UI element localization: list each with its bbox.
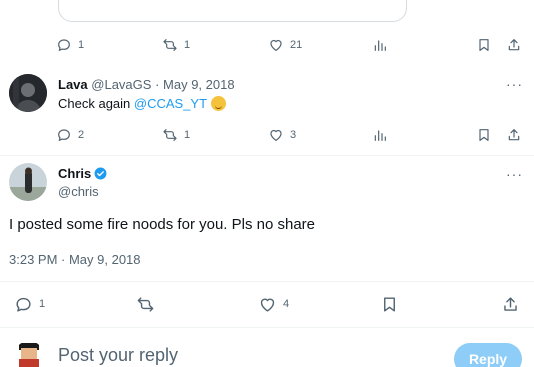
bookmark-icon (479, 39, 489, 51)
like-icon (260, 298, 275, 312)
bookmark-action[interactable] (476, 34, 492, 56)
retweet-count: 1 (184, 129, 191, 141)
wink-emoji-icon (211, 96, 227, 111)
lava-action-bar: 2 1 3 (0, 124, 534, 146)
lava-text-prefix: Check again (58, 96, 134, 111)
chris-name-line: Chris (58, 166, 107, 181)
top-tweet-action-bar: 1 1 21 (0, 34, 534, 56)
avatar-current-user-image (14, 341, 44, 367)
separator-dot: · (155, 77, 160, 92)
views-action[interactable] (372, 34, 388, 56)
chris-handle[interactable]: @chris (58, 184, 99, 199)
main-tweet-text: I posted some fire noods for you. Pls no… (9, 216, 315, 233)
share-action[interactable] (506, 124, 522, 146)
views-icon (374, 40, 386, 51)
timestamp-divider (0, 281, 534, 282)
retweet-icon (137, 296, 154, 312)
lava-date[interactable]: May 9, 2018 (163, 77, 235, 92)
views-action[interactable] (372, 124, 388, 146)
bookmark-action[interactable] (380, 293, 399, 315)
share-icon (504, 296, 517, 311)
share-icon (508, 39, 520, 51)
retweet-icon (163, 129, 177, 141)
reply-icon (58, 129, 70, 141)
chris-more-button[interactable]: ··· (506, 166, 523, 182)
quoted-tweet-card[interactable] (58, 0, 407, 22)
retweet-icon (163, 39, 177, 51)
thread-divider (0, 155, 534, 156)
avatar-lava-image (9, 74, 47, 112)
lava-header: Lava @LavaGS · May 9, 2018 (58, 77, 235, 92)
avatar-chris[interactable] (9, 163, 47, 201)
reply-icon (16, 297, 31, 312)
actions-divider (0, 327, 534, 328)
reply-input[interactable]: Post your reply (58, 345, 178, 366)
reply-count: 1 (78, 39, 85, 51)
reply-action[interactable]: 1 (14, 293, 45, 315)
chris-name[interactable]: Chris (58, 166, 91, 181)
like-count: 21 (290, 39, 303, 51)
bookmark-action[interactable] (476, 124, 492, 146)
mention-link[interactable]: @CCAS_YT (134, 96, 207, 111)
bookmark-icon (384, 296, 395, 312)
like-action[interactable]: 3 (268, 124, 296, 146)
reply-icon (58, 39, 70, 51)
share-action[interactable] (501, 293, 520, 315)
avatar-lava[interactable] (9, 74, 47, 112)
lava-name[interactable]: Lava (58, 77, 88, 92)
retweet-action[interactable]: 1 (162, 34, 190, 56)
like-count: 3 (290, 129, 297, 141)
reply-count: 2 (78, 129, 85, 141)
retweet-action[interactable]: 1 (162, 124, 190, 146)
retweet-action[interactable] (136, 293, 155, 315)
like-count: 4 (283, 298, 290, 310)
like-icon (270, 39, 282, 51)
lava-handle[interactable]: @LavaGS (91, 77, 151, 92)
avatar-current-user (14, 341, 44, 367)
lava-tweet-text: Check again @CCAS_YT (58, 96, 227, 111)
views-icon (374, 130, 386, 141)
share-icon (508, 129, 520, 141)
lava-more-button[interactable]: ··· (506, 76, 523, 92)
reply-count: 1 (39, 298, 46, 310)
verified-icon (94, 167, 107, 180)
share-action[interactable] (506, 34, 522, 56)
bookmark-icon (479, 129, 489, 141)
like-icon (270, 129, 282, 141)
like-action[interactable]: 21 (268, 34, 302, 56)
main-tweet-timestamp[interactable]: 3:23 PM · May 9, 2018 (9, 252, 141, 267)
reply-button[interactable]: Reply (454, 343, 522, 367)
reply-action[interactable]: 1 (56, 34, 84, 56)
reply-action[interactable]: 2 (56, 124, 84, 146)
avatar-chris-image (9, 163, 47, 201)
like-action[interactable]: 4 (258, 293, 289, 315)
retweet-count: 1 (184, 39, 191, 51)
main-action-bar: 1 4 (0, 293, 534, 315)
